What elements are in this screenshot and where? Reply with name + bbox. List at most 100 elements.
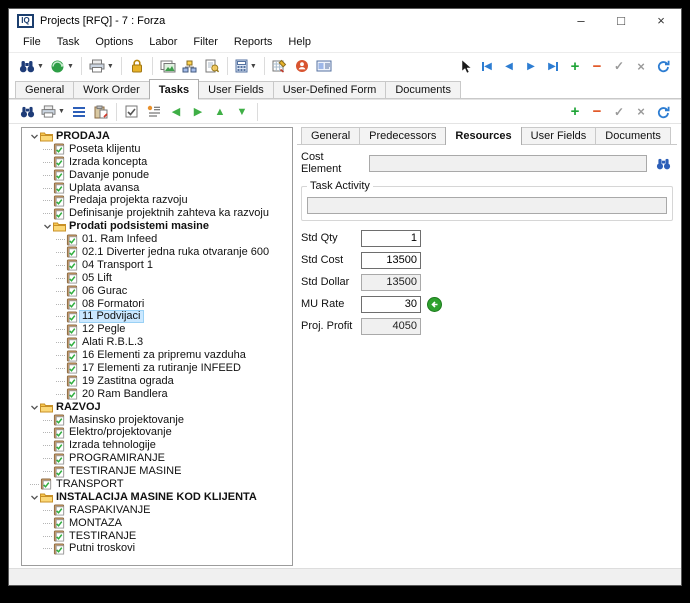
- tree-cancel-button[interactable]: ×: [631, 101, 651, 122]
- pointer-tool-button[interactable]: [455, 56, 475, 77]
- find-button[interactable]: ▼: [17, 56, 46, 77]
- tree-print-button[interactable]: ▼: [39, 101, 67, 122]
- tab-detail-resources[interactable]: Resources: [445, 127, 521, 145]
- field-input-std-cost[interactable]: [361, 252, 421, 269]
- tree-item-01-ram-infeed[interactable]: 01. Ram Infeed: [22, 233, 292, 246]
- tree-add-button[interactable]: +: [565, 101, 585, 122]
- tree-item-razvoj[interactable]: RAZVOJ: [22, 401, 292, 414]
- dropdown-caret-icon[interactable]: ▼: [250, 63, 257, 70]
- dropdown-caret-icon[interactable]: ▼: [107, 63, 114, 70]
- tab-main-user-fields[interactable]: User Fields: [198, 81, 274, 99]
- tree-item-poseta-klijentu[interactable]: Poseta klijentu: [22, 143, 292, 156]
- tree-item-06-gurac[interactable]: 06 Gurac: [22, 285, 292, 298]
- move-right-button[interactable]: ▶: [188, 101, 208, 122]
- tab-main-work-order[interactable]: Work Order: [73, 81, 150, 99]
- tree-item-11-podvijaci[interactable]: 11 Podvijaci: [22, 310, 292, 323]
- tree-item-testiranje[interactable]: TESTIRANJE: [22, 530, 292, 543]
- tree-item-montaza[interactable]: MONTAZA: [22, 517, 292, 530]
- tree-item-08-formatori[interactable]: 08 Formatori: [22, 298, 292, 311]
- dropdown-caret-icon[interactable]: ▼: [37, 63, 44, 70]
- nav-next-button[interactable]: ▶: [521, 56, 541, 77]
- table-edit-button[interactable]: [270, 56, 290, 77]
- tree-item-programiranje[interactable]: PROGRAMIRANJE: [22, 452, 292, 465]
- user-alert-button[interactable]: [292, 56, 312, 77]
- tree-item-prodaja[interactable]: PRODAJA: [22, 130, 292, 143]
- chevron-down-icon[interactable]: [28, 132, 40, 141]
- tree-item-putni-troskovi[interactable]: Putni troskovi: [22, 543, 292, 556]
- dropdown-caret-icon[interactable]: ▼: [67, 63, 74, 70]
- tab-detail-predecessors[interactable]: Predecessors: [359, 127, 446, 145]
- nav-last-button[interactable]: ▶: [543, 56, 563, 77]
- menu-reports[interactable]: Reports: [226, 34, 281, 50]
- tab-detail-documents[interactable]: Documents: [595, 127, 671, 145]
- cancel-button[interactable]: ×: [631, 56, 651, 77]
- tree-item-izrada-koncepta[interactable]: Izrada koncepta: [22, 156, 292, 169]
- refresh-view-button[interactable]: [653, 56, 673, 77]
- tree-refresh-button[interactable]: [653, 101, 673, 122]
- tree-item-16-elementi-za-pripremu-vazduha[interactable]: 16 Elementi za pripremu vazduha: [22, 349, 292, 362]
- move-up-button[interactable]: ▲: [210, 101, 230, 122]
- add-record-button[interactable]: +: [565, 56, 585, 77]
- tab-main-documents[interactable]: Documents: [385, 81, 461, 99]
- tree-item-17-elementi-za-rutiranje-infeed[interactable]: 17 Elementi za rutiranje INFEED: [22, 362, 292, 375]
- field-input-std-qty[interactable]: [361, 230, 421, 247]
- menu-labor[interactable]: Labor: [141, 34, 185, 50]
- tab-main-tasks[interactable]: Tasks: [149, 79, 199, 99]
- images-button[interactable]: [158, 56, 178, 77]
- complete-task-button[interactable]: [122, 101, 142, 122]
- chevron-down-icon[interactable]: [41, 222, 53, 231]
- tree-item-transport[interactable]: TRANSPORT: [22, 478, 292, 491]
- tree-accept-button[interactable]: ✓: [609, 101, 629, 122]
- form-view-button[interactable]: [314, 56, 334, 77]
- tree-item-masinsko-projektovanje[interactable]: Masinsko projektovanje: [22, 414, 292, 427]
- tab-detail-general[interactable]: General: [301, 127, 360, 145]
- tree-item-elektro-projektovanje[interactable]: Elektro/projektovanje: [22, 426, 292, 439]
- tree-item-prodati-podsistemi-masine[interactable]: Prodati podsistemi masine: [22, 220, 292, 233]
- tab-main-user-defined-form[interactable]: User-Defined Form: [273, 81, 387, 99]
- tree-item-predaja-projekta-razvoju[interactable]: Predaja projekta razvoju: [22, 194, 292, 207]
- tree-item-02-1-diverter-jedna-ruka-otvaranje-600[interactable]: 02.1 Diverter jedna ruka otvaranje 600: [22, 246, 292, 259]
- minimize-button[interactable]: –: [561, 9, 601, 32]
- print-button[interactable]: ▼: [87, 56, 116, 77]
- move-down-button[interactable]: ▼: [232, 101, 252, 122]
- tree-item-izrada-tehnologije[interactable]: Izrada tehnologije: [22, 439, 292, 452]
- field-input-mu-rate[interactable]: [361, 296, 421, 313]
- hierarchy-button[interactable]: [180, 56, 200, 77]
- tab-main-general[interactable]: General: [15, 81, 74, 99]
- tree-item-20-ram-bandlera[interactable]: 20 Ram Bandlera: [22, 388, 292, 401]
- tree-item-testiranje-masine[interactable]: TESTIRANJE MASINE: [22, 465, 292, 478]
- tree-item-raspakivanje[interactable]: RASPAKIVANJE: [22, 504, 292, 517]
- tree-item-definisanje-projektnih-zahteva-ka-razvoju[interactable]: Definisanje projektnih zahteva ka razvoj…: [22, 207, 292, 220]
- tree-find-button[interactable]: [17, 101, 37, 122]
- refresh-data-button[interactable]: ▼: [48, 56, 76, 77]
- tree-item-12-pegle[interactable]: 12 Pegle: [22, 323, 292, 336]
- tree-item-instalacija-masine-kod-klijenta[interactable]: INSTALACIJA MASINE KOD KLIJENTA: [22, 491, 292, 504]
- apply-mu-rate-button[interactable]: [427, 297, 442, 312]
- chevron-down-icon[interactable]: [28, 403, 40, 412]
- calculator-button[interactable]: ▼: [233, 56, 259, 77]
- tree-item-05-lift[interactable]: 05 Lift: [22, 272, 292, 285]
- list-view-button[interactable]: [69, 101, 89, 122]
- maximize-button[interactable]: □: [601, 9, 641, 32]
- close-button[interactable]: ×: [641, 9, 681, 32]
- tab-detail-user-fields[interactable]: User Fields: [521, 127, 597, 145]
- tree-item-04-transport-1[interactable]: 04 Transport 1: [22, 259, 292, 272]
- preview-button[interactable]: [202, 56, 222, 77]
- chevron-down-icon[interactable]: [28, 493, 40, 502]
- tree-delete-button[interactable]: −: [587, 101, 607, 122]
- delete-record-button[interactable]: −: [587, 56, 607, 77]
- menu-task[interactable]: Task: [49, 34, 88, 50]
- menu-filter[interactable]: Filter: [185, 34, 225, 50]
- insert-task-button[interactable]: [144, 101, 164, 122]
- tree-item-uplata-avansa[interactable]: Uplata avansa: [22, 182, 292, 195]
- tree-item-alati-r-b-l-3[interactable]: Alati R.B.L.3: [22, 336, 292, 349]
- lock-button[interactable]: [127, 56, 147, 77]
- accept-button[interactable]: ✓: [609, 56, 629, 77]
- dropdown-caret-icon[interactable]: ▼: [58, 108, 65, 115]
- paste-special-button[interactable]: [91, 101, 111, 122]
- cost-element-find-button[interactable]: [651, 154, 675, 172]
- nav-prev-button[interactable]: ◀: [499, 56, 519, 77]
- nav-first-button[interactable]: ◀: [477, 56, 497, 77]
- menu-file[interactable]: File: [15, 34, 49, 50]
- menu-options[interactable]: Options: [87, 34, 141, 50]
